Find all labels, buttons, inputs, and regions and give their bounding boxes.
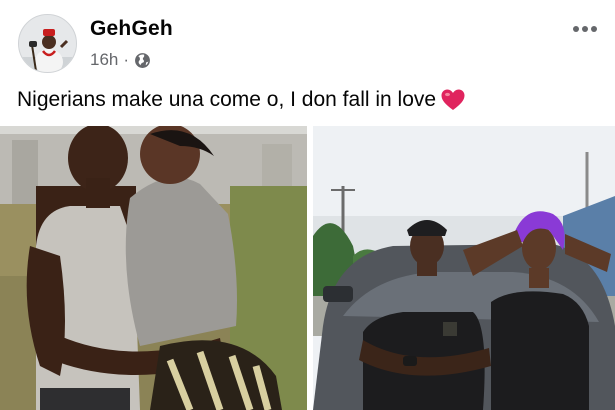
globe-icon[interactable] bbox=[134, 52, 151, 69]
caption-text: Nigerians make una come o, I don fall in… bbox=[17, 88, 437, 111]
more-options-icon bbox=[573, 26, 597, 32]
more-options-button[interactable] bbox=[565, 12, 605, 46]
photo-couple-embrace[interactable] bbox=[0, 126, 307, 410]
couple-embracing-kiss-photo bbox=[0, 126, 307, 410]
post-caption: Nigerians make una come o, I don fall in… bbox=[17, 86, 466, 114]
avatar-image bbox=[19, 15, 76, 72]
post-meta: 16h · bbox=[90, 49, 151, 71]
author-avatar[interactable] bbox=[18, 14, 77, 73]
post-header: GehGeh 16h · bbox=[0, 0, 615, 86]
couple-posing-by-car-photo bbox=[313, 126, 615, 410]
meta-separator: · bbox=[123, 50, 130, 69]
red-heart-icon bbox=[440, 88, 466, 112]
photo-couple-car[interactable] bbox=[313, 126, 615, 410]
post-timestamp[interactable]: 16h bbox=[90, 50, 118, 70]
author-name[interactable]: GehGeh bbox=[90, 17, 173, 41]
